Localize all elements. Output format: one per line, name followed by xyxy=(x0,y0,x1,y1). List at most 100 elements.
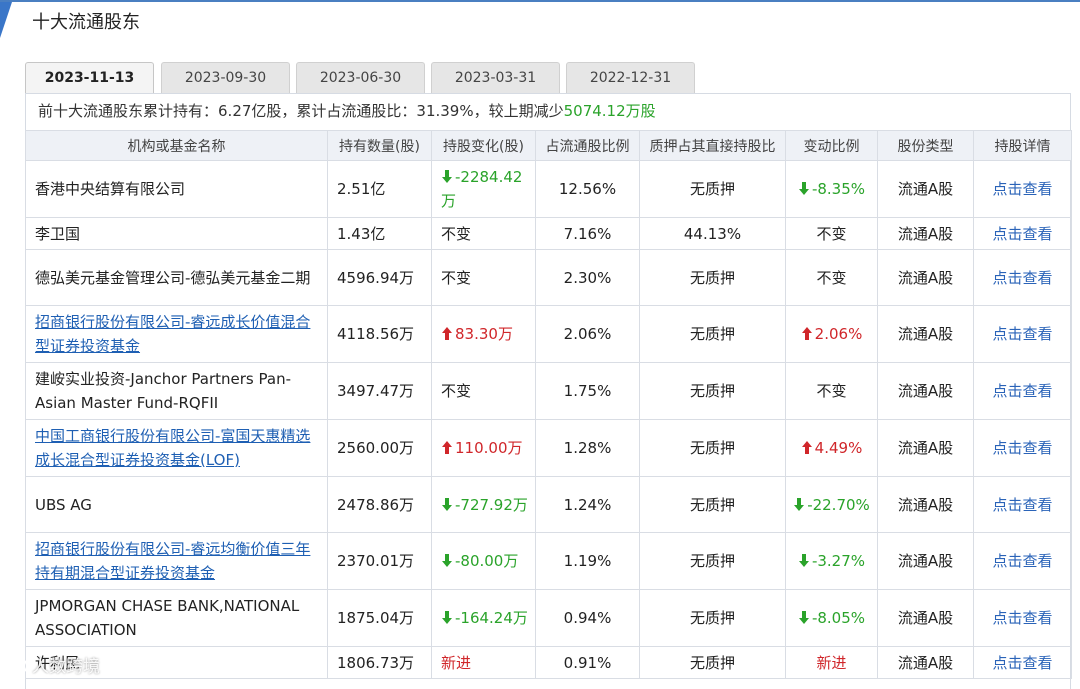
cell-name: 中国工商银行股份有限公司-富国天惠精选成长混合型证券投资基金(LOF) xyxy=(25,419,328,477)
view-detail-link[interactable]: 点击查看 xyxy=(992,496,1052,514)
cell-share-type: 流通A股 xyxy=(877,362,974,420)
cell-ratio: 0.91% xyxy=(535,646,640,679)
cell-pledge: 无质押 xyxy=(639,646,786,679)
cell-detail: 点击查看 xyxy=(973,249,1072,306)
institution-link[interactable]: 中国工商银行股份有限公司-富国天惠精选成长混合型证券投资基金(LOF) xyxy=(35,427,310,469)
cell-change-pct: -22.70% xyxy=(785,476,878,533)
column-header-name: 机构或基金名称 xyxy=(25,130,328,161)
view-detail-link[interactable]: 点击查看 xyxy=(992,269,1052,287)
cell-change: 新进 xyxy=(431,646,536,679)
change-pct-value: 4.49% xyxy=(814,439,863,457)
cell-change-pct: -3.27% xyxy=(785,532,878,590)
cell-quantity: 3497.47万 xyxy=(327,362,432,420)
cell-share-type: 流通A股 xyxy=(877,589,974,647)
institution-link[interactable]: 招商银行股份有限公司-睿远均衡价值三年持有期混合型证券投资基金 xyxy=(35,540,310,582)
table-row: 招商银行股份有限公司-睿远均衡价值三年持有期混合型证券投资基金 2370.01万 -… xyxy=(25,532,1072,590)
cell-pledge: 无质押 xyxy=(639,419,786,477)
cell-name: 招商银行股份有限公司-睿远成长价值混合型证券投资基金 xyxy=(25,305,328,363)
cell-name: 建峖实业投资-Janchor Partners Pan-Asian Master… xyxy=(25,362,328,420)
cell-name: JPMORGAN CHASE BANK,NATIONAL ASSOCIATION xyxy=(25,589,328,647)
tab-2023-09-30[interactable]: 2023-09-30 xyxy=(161,62,290,94)
change-value: 不变 xyxy=(441,382,472,400)
cell-share-type: 流通A股 xyxy=(877,476,974,533)
institution-link[interactable]: 招商银行股份有限公司-睿远成长价值混合型证券投资基金 xyxy=(35,313,310,355)
cell-detail: 点击查看 xyxy=(973,217,1072,250)
cell-pledge: 无质押 xyxy=(639,362,786,420)
watermark-text: 人数跨境 xyxy=(32,657,100,677)
cell-pledge: 无质押 xyxy=(639,305,786,363)
column-header-pledge: 质押占其直接持股比 xyxy=(639,130,786,161)
change-pct-value: -3.27% xyxy=(811,552,866,570)
cell-ratio: 1.24% xyxy=(535,476,640,533)
cell-quantity: 2370.01万 xyxy=(327,532,432,590)
view-detail-link[interactable]: 点击查看 xyxy=(992,439,1052,457)
cell-ratio: 7.16% xyxy=(535,217,640,250)
column-header-detail: 持股详情 xyxy=(973,130,1072,161)
period-tabs: 2023-11-13 2023-09-30 2023-06-30 2023-03… xyxy=(25,62,705,95)
change-pct-value: -8.05% xyxy=(811,609,866,627)
view-detail-link[interactable]: 点击查看 xyxy=(992,609,1052,627)
change-value: 83.30万 xyxy=(455,325,513,343)
tab-2023-06-30[interactable]: 2023-06-30 xyxy=(296,62,425,94)
cell-share-type: 流通A股 xyxy=(877,160,974,218)
table-row: 建峖实业投资-Janchor Partners Pan-Asian Master… xyxy=(25,362,1072,420)
cell-change: -727.92万 xyxy=(431,476,536,533)
view-detail-link[interactable]: 点击查看 xyxy=(992,180,1052,198)
view-detail-link[interactable]: 点击查看 xyxy=(992,225,1052,243)
cell-change-pct: 新进 xyxy=(785,646,878,679)
cell-quantity: 2560.00万 xyxy=(327,419,432,477)
cell-pledge: 44.13% xyxy=(639,217,786,250)
cell-ratio: 1.28% xyxy=(535,419,640,477)
arrow-down-icon xyxy=(798,554,809,567)
cell-share-type: 流通A股 xyxy=(877,249,974,306)
tab-2023-03-31[interactable]: 2023-03-31 xyxy=(431,62,560,94)
cell-quantity: 2.51亿 xyxy=(327,160,432,218)
holdings-summary: 前十大流通股东累计持有：6.27亿股，累计占流通股比：31.39%，较上期减少5… xyxy=(26,94,1070,130)
shareholders-table-panel: 前十大流通股东累计持有：6.27亿股，累计占流通股比：31.39%，较上期减少5… xyxy=(25,93,1072,689)
column-header-change: 持股变化(股) xyxy=(431,130,536,161)
cell-change: 不变 xyxy=(431,362,536,420)
change-pct-value: 2.06% xyxy=(814,325,863,343)
column-header-quantity: 持有数量(股) xyxy=(327,130,432,161)
cell-detail: 点击查看 xyxy=(973,532,1072,590)
view-detail-link[interactable]: 点击查看 xyxy=(992,325,1052,343)
arrow-down-icon xyxy=(442,554,452,567)
change-value: 不变 xyxy=(441,268,472,287)
cell-detail: 点击查看 xyxy=(973,362,1072,420)
cell-ratio: 12.56% xyxy=(535,160,640,218)
table-row: 招商银行股份有限公司-睿远成长价值混合型证券投资基金 4118.56万 83.30万… xyxy=(25,305,1072,363)
corner-accent xyxy=(0,2,12,38)
arrow-down-icon xyxy=(442,611,452,624)
table-row: JPMORGAN CHASE BANK,NATIONAL ASSOCIATION… xyxy=(25,589,1072,647)
view-detail-link[interactable]: 点击查看 xyxy=(992,654,1052,672)
cell-change: -80.00万 xyxy=(431,532,536,590)
change-value: -727.92万 xyxy=(455,495,528,514)
view-detail-link[interactable]: 点击查看 xyxy=(992,552,1052,570)
cell-change: 110.00万 xyxy=(431,419,536,477)
cell-ratio: 1.19% xyxy=(535,532,640,590)
change-pct-value: 新进 xyxy=(816,653,847,672)
cell-detail: 点击查看 xyxy=(973,419,1072,477)
cell-change-pct: 2.06% xyxy=(785,305,878,363)
change-value: -80.00万 xyxy=(455,552,519,570)
arrow-down-icon xyxy=(794,497,805,511)
table-row: UBS AG 2478.86万 -727.92万 1.24% 无质押 -22.70% 流通A… xyxy=(25,476,1072,533)
cell-change-pct: 不变 xyxy=(785,362,878,420)
change-value: 新进 xyxy=(441,653,472,672)
tab-2023-11-13[interactable]: 2023-11-13 xyxy=(25,62,154,95)
tab-2022-12-31[interactable]: 2022-12-31 xyxy=(566,62,695,94)
cell-name: 招商银行股份有限公司-睿远均衡价值三年持有期混合型证券投资基金 xyxy=(25,532,328,590)
cell-detail: 点击查看 xyxy=(973,646,1072,679)
section-title: 十大流通股东 xyxy=(32,12,140,33)
table-row: 香港中央结算有限公司 2.51亿 -2284.42万 12.56% 无质押 -8.35% 流… xyxy=(25,160,1072,218)
institution-name: 李卫国 xyxy=(35,224,81,243)
cell-ratio: 1.75% xyxy=(535,362,640,420)
watermark: 人数跨境 xyxy=(6,652,100,677)
column-header-ratio: 占流通股比例 xyxy=(535,130,640,161)
cell-quantity: 1806.73万 xyxy=(327,646,432,679)
cell-share-type: 流通A股 xyxy=(877,217,974,250)
cell-pledge: 无质押 xyxy=(639,476,786,533)
cell-quantity: 1875.04万 xyxy=(327,589,432,647)
institution-name: 香港中央结算有限公司 xyxy=(35,180,186,198)
view-detail-link[interactable]: 点击查看 xyxy=(992,382,1052,400)
